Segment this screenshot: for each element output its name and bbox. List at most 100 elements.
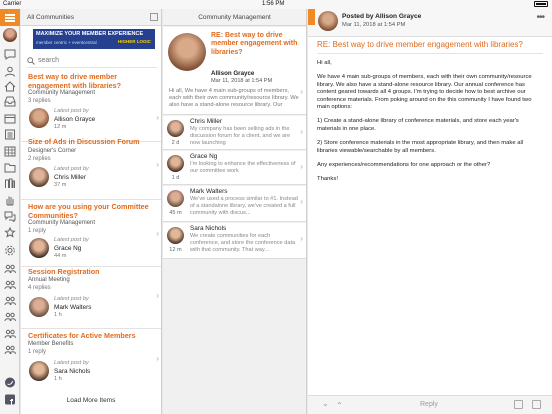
- list-item[interactable]: Size of Ads in Discussion Forum Designer…: [21, 137, 161, 200]
- grid-icon[interactable]: [4, 144, 16, 157]
- banner-products: member centric + eventcentral: [36, 40, 97, 45]
- thread-group: Community Management: [28, 90, 96, 96]
- reply-age: 1 d: [171, 175, 180, 181]
- committees-icon[interactable]: [4, 293, 16, 306]
- latest-author: Chris Miller: [54, 174, 86, 181]
- thread-replies: 1 reply: [28, 228, 47, 234]
- reply-button[interactable]: Reply: [420, 401, 438, 408]
- post-paragraph: 1) Create a stand-alone library of confe…: [317, 118, 519, 132]
- thread-group: Annual Meeting: [28, 277, 70, 283]
- avatar: [29, 297, 49, 317]
- chat-bubble-icon[interactable]: [4, 47, 16, 60]
- calendar-icon[interactable]: [4, 111, 16, 124]
- list-item[interactable]: Certificates for Active Members Member B…: [21, 329, 161, 390]
- latest-author: Mark Walters: [54, 304, 92, 311]
- post-paragraph: Hi all,: [317, 60, 332, 66]
- post-date: Mar 11, 2018 at 1:54 PM: [342, 22, 406, 28]
- avatar: [167, 155, 184, 172]
- post-detail-panel: Posted by Allison Grayce Mar 11, 2018 at…: [308, 9, 552, 414]
- side-tab[interactable]: [308, 9, 315, 25]
- reply-item[interactable]: 12 m Sara Nichols We create communities …: [163, 223, 306, 259]
- chevron-down-icon[interactable]: ⌄: [322, 399, 329, 408]
- conversation-panel: Community Management RE: Best way to dri…: [163, 9, 307, 414]
- connections-icon[interactable]: [4, 342, 16, 355]
- inbox-icon[interactable]: [4, 94, 16, 107]
- thread-replies: 3 replies: [28, 98, 51, 104]
- copy-icon[interactable]: [514, 400, 523, 409]
- post-date: Mar 11, 2018 at 1:54 PM: [211, 78, 273, 84]
- settings-icon[interactable]: [4, 243, 16, 256]
- avatar: [167, 227, 184, 244]
- avatar: [318, 11, 338, 31]
- latest-age: 1 h: [54, 376, 62, 382]
- chevron-right-icon: ›: [156, 291, 159, 300]
- thread-title[interactable]: Certificates for Active Members: [28, 331, 152, 341]
- search-input[interactable]: search: [27, 54, 157, 68]
- thread-group: Designer's Corner: [28, 148, 77, 154]
- threads-panel: All Communities MAXIMIZE YOUR MEMBER EXP…: [21, 9, 162, 414]
- library-icon[interactable]: [4, 176, 16, 188]
- hand-icon[interactable]: [4, 193, 16, 206]
- latest-author: Allison Grayce: [54, 116, 96, 123]
- discussion-icon[interactable]: [4, 209, 16, 223]
- original-post[interactable]: RE: Best way to drive member engagement …: [163, 27, 306, 115]
- twitter-icon[interactable]: [4, 375, 16, 388]
- facebook-icon[interactable]: [4, 392, 16, 405]
- avatar: [29, 238, 49, 258]
- chevron-right-icon: ›: [300, 162, 303, 171]
- chapters-icon[interactable]: [4, 309, 16, 322]
- list-item[interactable]: Best way to drive member engagement with…: [21, 72, 161, 142]
- icon-rail: [0, 9, 20, 414]
- ad-banner[interactable]: MAXIMIZE YOUR MEMBER EXPERIENCE member c…: [33, 29, 155, 49]
- network-icon[interactable]: [4, 326, 16, 339]
- home-icon[interactable]: [4, 79, 16, 92]
- profile-icon[interactable]: [4, 64, 16, 77]
- post-title: RE: Best way to drive member engagement …: [317, 40, 543, 54]
- directory-icon[interactable]: [4, 127, 16, 140]
- latest-age: 44 m: [54, 253, 67, 259]
- reply-author: Chris Miller: [190, 118, 222, 125]
- latest-age: 37 m: [54, 182, 67, 188]
- members-icon[interactable]: [4, 277, 16, 290]
- post-title: RE: Best way to drive member engagement …: [211, 32, 298, 56]
- avatar: [167, 190, 184, 207]
- reply-item[interactable]: 45 m Mark Walters We've used a process s…: [163, 186, 306, 222]
- group-icon[interactable]: [4, 261, 16, 274]
- reply-item[interactable]: 1 d Grace Ng I'm looking to enhance the …: [163, 151, 306, 185]
- thread-title[interactable]: Size of Ads in Discussion Forum: [28, 137, 152, 147]
- thread-title[interactable]: Best way to drive member engagement with…: [28, 72, 152, 90]
- hamburger-menu-icon[interactable]: [0, 9, 20, 26]
- chevron-right-icon: ›: [156, 229, 159, 238]
- banner-logo: HIGHER LOGIC: [117, 39, 151, 44]
- thread-title[interactable]: Session Registration: [28, 267, 152, 277]
- post-paragraph: We have 4 main sub-groups of members, ea…: [317, 74, 532, 111]
- carrier-label: Carrier: [3, 1, 22, 7]
- latest-label: Latest post by: [54, 108, 89, 114]
- reply-item[interactable]: 2 d Chris Miller My company has been sel…: [163, 116, 306, 150]
- badge-icon[interactable]: [4, 225, 16, 238]
- load-more-button[interactable]: Load More Items: [21, 390, 161, 412]
- list-item[interactable]: Session Registration Annual Meeting 4 re…: [21, 267, 161, 329]
- chevron-right-icon: ›: [300, 234, 303, 243]
- reply-author: Grace Ng: [190, 153, 218, 160]
- reply-author: Sara Nichols: [190, 225, 227, 232]
- more-options-icon[interactable]: •••: [536, 12, 544, 23]
- list-item[interactable]: How are you using your Committee Communi…: [21, 201, 161, 267]
- chevron-right-icon: ›: [300, 127, 303, 136]
- status-bar: Carrier 1:56 PM: [0, 0, 552, 9]
- clock: 1:56 PM: [262, 1, 285, 7]
- chevron-right-icon: ›: [300, 87, 303, 96]
- post-header: Posted by Allison Grayce Mar 11, 2018 at…: [308, 9, 552, 37]
- chevron-right-icon: ›: [156, 354, 159, 363]
- thread-title[interactable]: How are you using your Committee Communi…: [28, 202, 152, 220]
- user-avatar[interactable]: [3, 28, 17, 42]
- folder-icon[interactable]: [4, 160, 16, 173]
- battery-icon: [534, 1, 548, 7]
- reply-age: 45 m: [169, 210, 182, 216]
- chevron-up-icon[interactable]: ⌃: [336, 401, 343, 410]
- chevron-right-icon: ›: [156, 113, 159, 122]
- chevron-right-icon: ›: [156, 160, 159, 169]
- share-icon[interactable]: [532, 400, 541, 409]
- compose-icon[interactable]: [150, 13, 158, 21]
- thread-replies: 2 replies: [28, 156, 51, 162]
